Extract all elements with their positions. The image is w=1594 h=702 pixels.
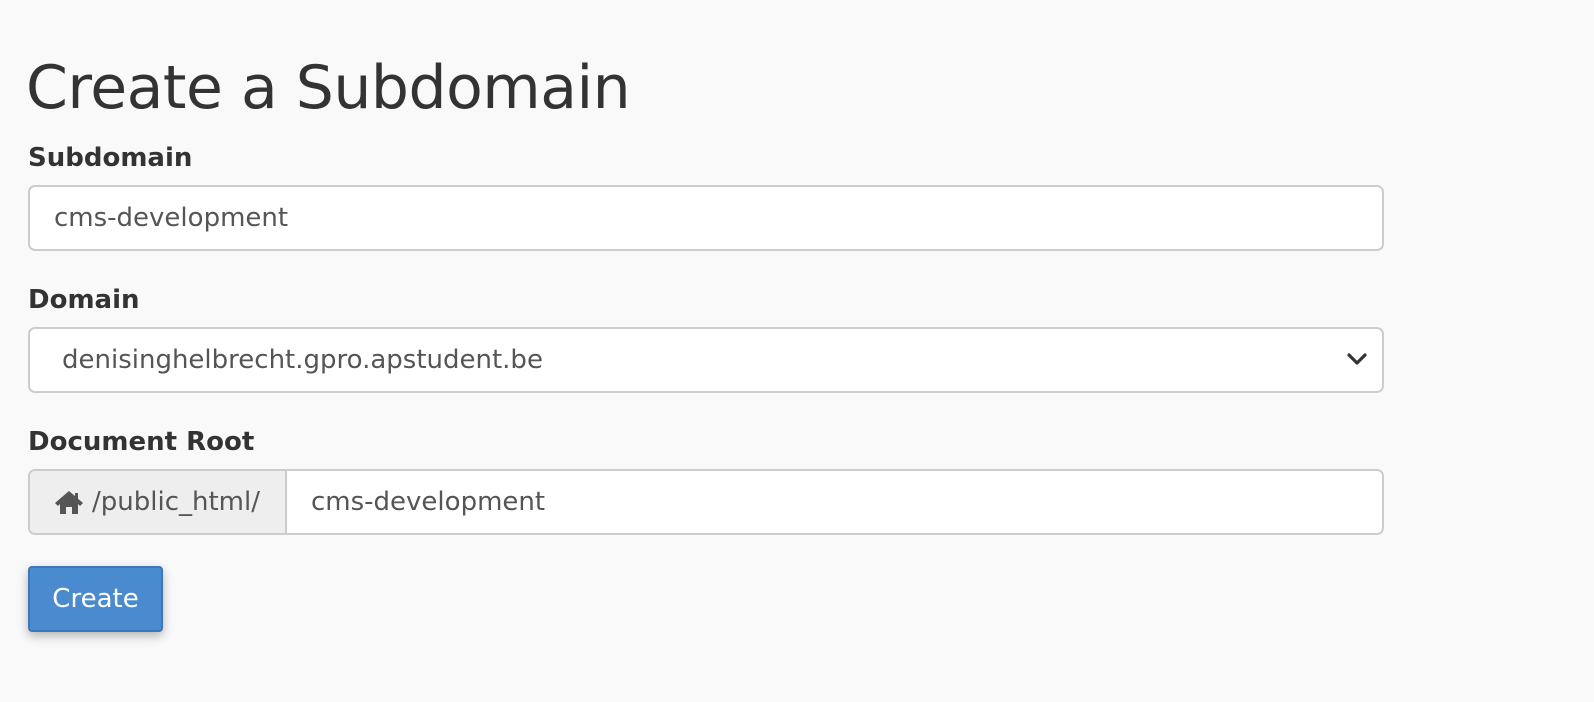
subdomain-field-wrapper [28, 185, 1384, 251]
subdomain-input[interactable] [30, 187, 1382, 249]
document-root-group: /public_html/ [28, 469, 1384, 535]
domain-select[interactable]: denisinghelbrecht.gpro.apstudent.be [28, 327, 1384, 393]
domain-select-value: denisinghelbrecht.gpro.apstudent.be [62, 345, 543, 375]
chevron-down-icon [1347, 353, 1367, 365]
document-root-label: Document Root [28, 427, 255, 457]
document-root-input-wrapper [287, 471, 1382, 533]
document-root-prefix-text: /public_html/ [92, 487, 260, 517]
document-root-prefix: /public_html/ [30, 471, 287, 533]
subdomain-label: Subdomain [28, 143, 193, 173]
create-subdomain-page: Create a Subdomain Subdomain Domain deni… [0, 0, 1594, 702]
create-button[interactable]: Create [28, 566, 163, 632]
page-title: Create a Subdomain [26, 53, 631, 123]
document-root-input[interactable] [287, 471, 1382, 533]
domain-label: Domain [28, 285, 140, 315]
home-icon [55, 491, 83, 514]
